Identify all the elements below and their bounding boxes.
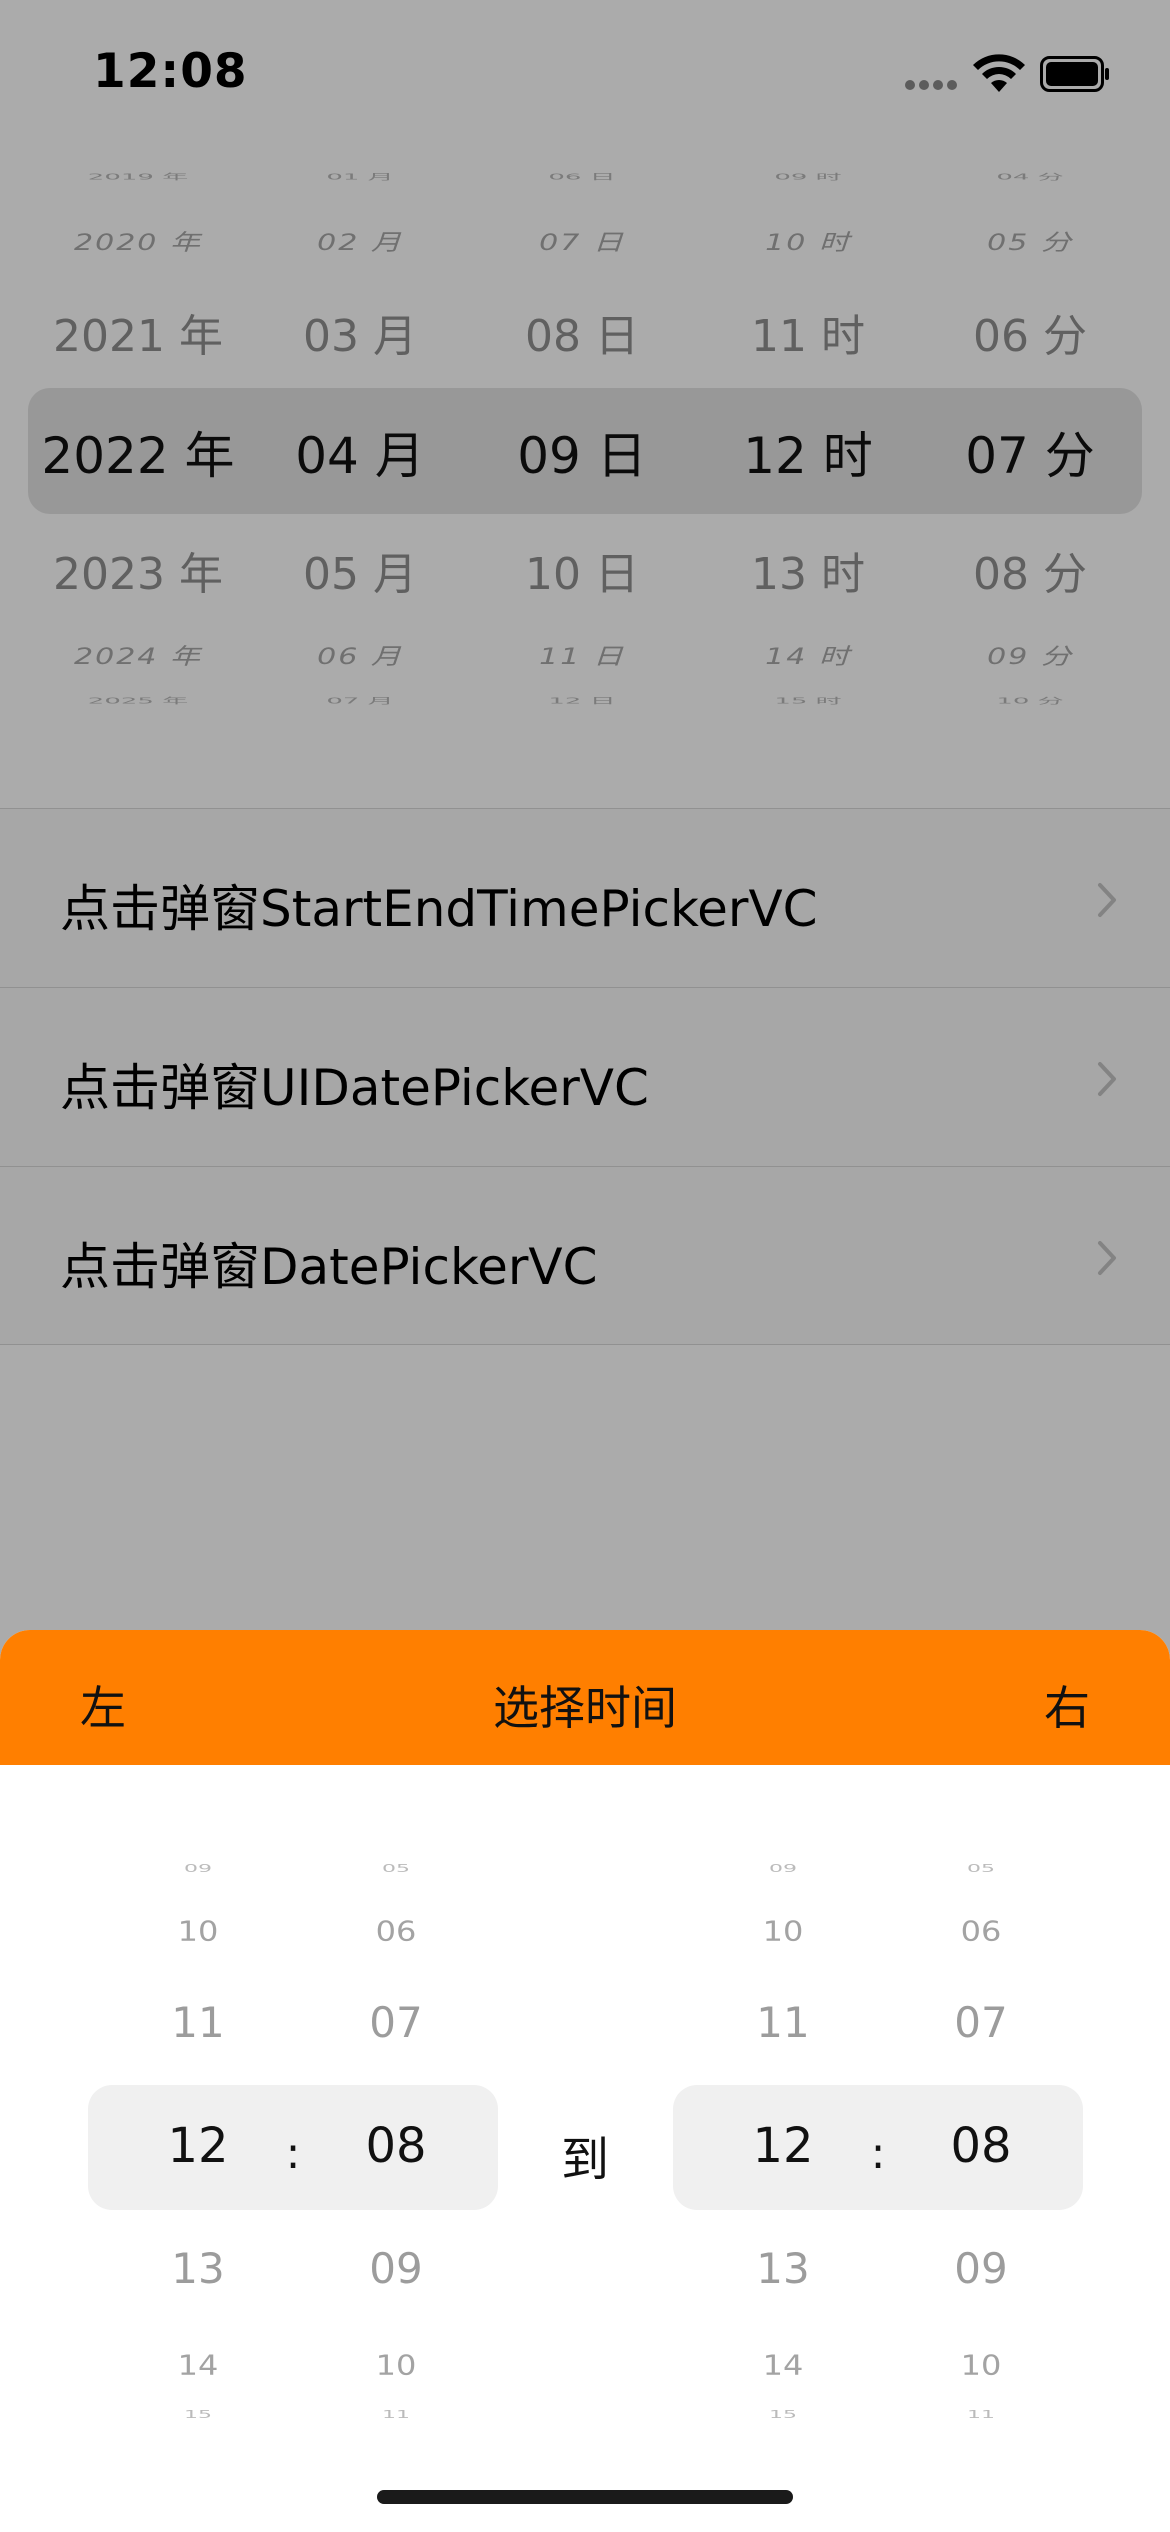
start-hour-option: 13 [171,2244,225,2293]
end-minute-option: 07 [954,1998,1008,2047]
end-minute-option: 11 [967,2408,995,2421]
start-hour-option: 10 [177,1914,219,1948]
end-minute-option: 05 [967,1862,995,1875]
start-hour-selected: 12 [167,2118,229,2174]
to-label: 到 [560,2132,609,2188]
start-minute-option: 11 [382,2408,410,2421]
end-time-separator: : [870,2128,886,2179]
start-hour-option: 09 [184,1862,212,1875]
start-minute-option: 07 [369,1998,423,2047]
end-minute-wheel[interactable]: 05 06 07 08 09 10 11 [911,1630,1051,2532]
end-hour-option: 10 [762,1914,804,1948]
home-indicator[interactable] [377,2490,793,2504]
end-minute-selected: 08 [950,2118,1012,2174]
end-hour-option: 13 [756,2244,810,2293]
end-minute-option: 10 [960,2348,1002,2382]
start-minute-option: 10 [375,2348,417,2382]
start-hour-option: 14 [177,2348,219,2382]
start-hour-option: 15 [184,2408,212,2421]
end-hour-wheel[interactable]: 09 10 11 12 13 14 15 [713,1630,853,2532]
end-hour-selected: 12 [752,2118,814,2174]
end-hour-option: 09 [769,1862,797,1875]
start-time-separator: : [285,2128,301,2179]
end-minute-option: 06 [960,1914,1002,1948]
start-minute-selected: 08 [365,2118,427,2174]
start-hour-wheel[interactable]: 09 10 11 12 13 14 15 [128,1630,268,2532]
start-minute-option: 05 [382,1862,410,1875]
time-picker-sheet: 左 选择时间 右 09 10 11 12 13 14 15 : 05 06 07… [0,1630,1170,2532]
end-hour-option: 14 [762,2348,804,2382]
start-minute-option: 09 [369,2244,423,2293]
start-minute-option: 06 [375,1914,417,1948]
end-minute-option: 09 [954,2244,1008,2293]
end-hour-option: 11 [756,1998,810,2047]
start-minute-wheel[interactable]: 05 06 07 08 09 10 11 [326,1630,466,2532]
start-hour-option: 11 [171,1998,225,2047]
end-hour-option: 15 [769,2408,797,2421]
